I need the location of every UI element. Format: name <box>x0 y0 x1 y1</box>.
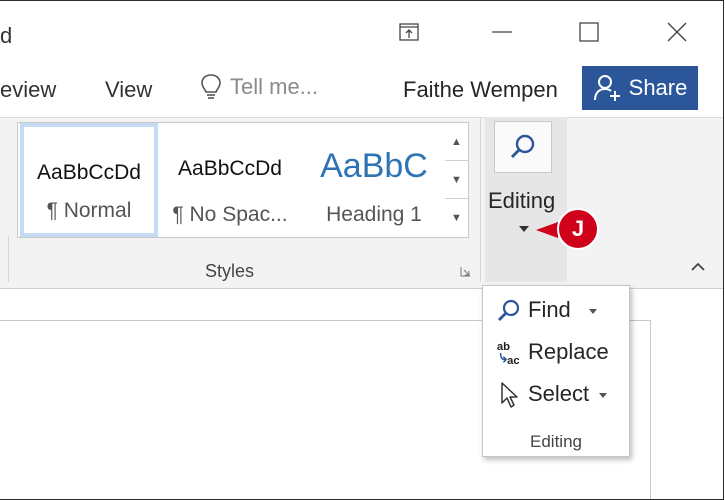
menu-item-select[interactable]: Select <box>483 375 629 413</box>
minimize-button[interactable] <box>481 14 523 50</box>
close-button[interactable] <box>656 14 698 50</box>
callout-pointer <box>536 222 558 238</box>
search-icon <box>510 134 535 159</box>
group-separator <box>480 117 481 282</box>
svg-text:ac: ac <box>507 355 519 367</box>
menu-item-label: Select <box>528 381 590 406</box>
style-sample: AaBbCcDd <box>178 157 282 180</box>
editing-menu: Find ab ac Replace Select Editing <box>482 285 630 457</box>
chevron-down-icon <box>519 226 529 232</box>
share-label: Share <box>628 75 688 100</box>
minimize-icon <box>492 31 512 33</box>
style-no-spacing[interactable]: AaBbCcDd ¶ No Spac... <box>160 123 300 237</box>
ribbon-display-options-button[interactable] <box>388 14 430 50</box>
menu-item-label: Replace <box>528 339 609 364</box>
more-styles-button[interactable]: ▼ <box>445 199 468 237</box>
maximize-icon <box>579 22 599 42</box>
group-separator <box>8 236 9 282</box>
tab-review[interactable]: eview <box>0 77 56 103</box>
search-icon <box>495 297 523 325</box>
document-page-edge <box>650 320 651 500</box>
chevron-down-icon: ▼ <box>451 173 462 186</box>
styles-group-label: Styles <box>205 261 255 281</box>
maximize-button[interactable] <box>568 14 610 50</box>
editing-label: Editing <box>488 188 556 213</box>
style-name: ¶ Normal <box>46 199 132 222</box>
callout-badge: J <box>557 208 599 250</box>
styles-gallery: AaBbCcDd ¶ Normal AaBbCcDd ¶ No Spac... … <box>17 122 447 238</box>
ribbon-display-icon <box>399 23 419 41</box>
user-name[interactable]: Faithe Wempen <box>403 77 558 103</box>
styles-scroller: ▲ ▼ ▼ <box>445 122 469 238</box>
menu-item-label: Find <box>528 297 571 322</box>
share-button[interactable]: Share <box>582 66 698 110</box>
cursor-arrow-icon <box>495 381 523 409</box>
editing-icon-box <box>494 121 552 173</box>
lightbulb-icon <box>201 74 221 99</box>
menu-item-find[interactable]: Find <box>483 291 629 329</box>
close-icon <box>667 22 687 42</box>
replace-icon: ab ac <box>495 339 523 367</box>
dialog-launcher-icon[interactable] <box>460 266 471 277</box>
chevron-down-icon <box>589 309 597 314</box>
svg-text:ab: ab <box>497 341 510 353</box>
menu-item-replace[interactable]: ab ac Replace <box>483 333 629 371</box>
chevron-up-icon: ▲ <box>451 135 462 148</box>
scroll-down-button[interactable]: ▼ <box>445 161 468 199</box>
tell-me-placeholder: Tell me... <box>230 74 319 99</box>
chevron-down-icon <box>599 393 607 398</box>
scroll-up-button[interactable]: ▲ <box>445 123 468 161</box>
style-heading-1[interactable]: AaBbC Heading 1 <box>304 123 444 237</box>
style-normal[interactable]: AaBbCcDd ¶ Normal <box>20 123 158 237</box>
style-name: Heading 1 <box>326 203 422 226</box>
menu-group-label: Editing <box>530 432 582 451</box>
collapse-ribbon-icon[interactable] <box>690 262 706 272</box>
add-person-icon <box>593 75 620 101</box>
window-title: d <box>0 23 13 48</box>
tab-view[interactable]: View <box>105 77 152 103</box>
style-sample: AaBbCcDd <box>37 161 141 184</box>
tell-me-box[interactable]: Tell me... <box>200 73 318 101</box>
style-name: ¶ No Spac... <box>172 203 288 226</box>
style-sample: AaBbC <box>320 147 428 185</box>
more-icon: ▼ <box>451 212 462 224</box>
